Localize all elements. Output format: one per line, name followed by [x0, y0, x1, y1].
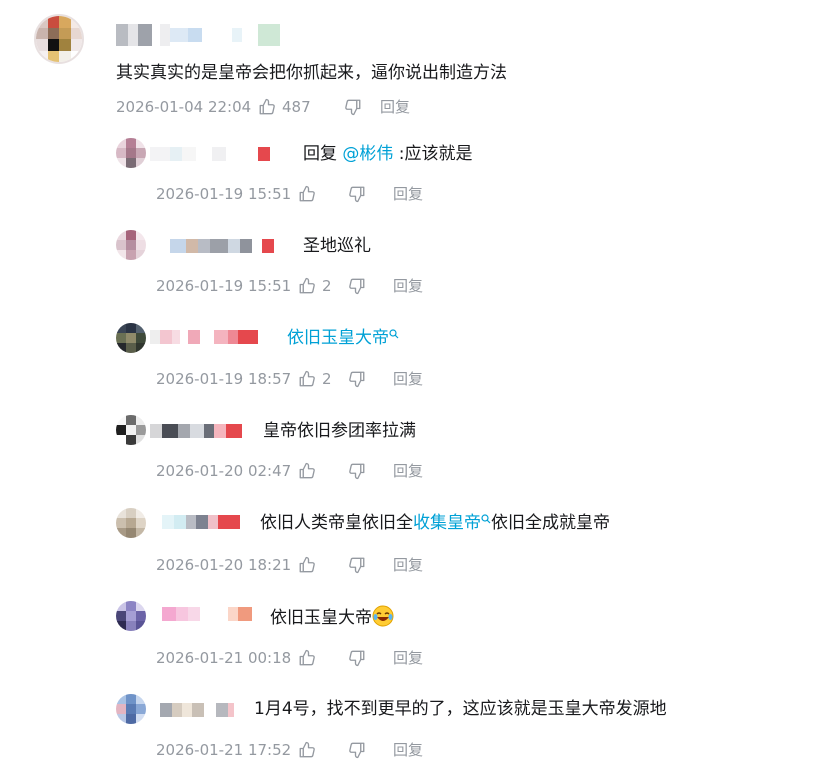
reply-time: 2026-01-20 18:21 — [156, 555, 292, 574]
thumbs-up-icon — [299, 462, 315, 478]
reply-meta: 2026-01-20 02:47 回复 — [156, 460, 423, 481]
comment-time: 2026-01-04 22:04 — [116, 97, 252, 116]
dislike-button[interactable] — [348, 277, 393, 295]
thumbs-down-icon — [349, 186, 365, 202]
dislike-button[interactable] — [348, 370, 393, 388]
username[interactable] — [150, 330, 258, 344]
reply-time: 2026-01-20 02:47 — [156, 461, 292, 480]
reply-meta: 2026-01-20 18:21 回复 — [156, 554, 423, 575]
thumbs-up-icon — [299, 185, 315, 201]
reply-button[interactable]: 回复 — [393, 460, 423, 481]
search-link[interactable]: 收集皇帝 — [413, 513, 481, 533]
thumbs-down-icon — [349, 371, 365, 387]
thumbs-down-icon — [345, 99, 361, 115]
dislike-button[interactable] — [348, 462, 393, 480]
thumbs-up-icon — [299, 556, 315, 572]
dislike-button[interactable] — [348, 556, 393, 574]
reply-button[interactable]: 回复 — [393, 183, 423, 204]
username[interactable] — [150, 239, 274, 253]
reply-meta: 2026-01-19 15:51 回复 — [156, 183, 423, 204]
like-count: 2 — [322, 276, 332, 295]
like-button[interactable] — [298, 556, 348, 574]
avatar[interactable] — [116, 415, 146, 445]
like-button[interactable]: 2 — [298, 370, 348, 388]
dislike-button[interactable] — [344, 98, 380, 116]
reply-meta: 2026-01-21 17:52 回复 — [156, 739, 423, 760]
thumbs-down-icon — [349, 650, 365, 666]
avatar[interactable] — [116, 694, 146, 724]
reply-text: 依旧玉皇大帝 — [270, 605, 394, 629]
username[interactable] — [150, 147, 270, 161]
avatar[interactable] — [116, 230, 146, 260]
dislike-button[interactable] — [348, 185, 393, 203]
laughing-crying-emoji — [372, 605, 394, 627]
dislike-button[interactable] — [348, 741, 393, 759]
like-button[interactable] — [298, 649, 348, 667]
username[interactable] — [150, 515, 240, 529]
reply-button[interactable]: 回复 — [393, 368, 423, 389]
thumbs-down-icon — [349, 463, 365, 479]
reply-text: 圣地巡礼 — [303, 236, 371, 256]
reply-time: 2026-01-21 17:52 — [156, 740, 292, 759]
avatar[interactable] — [34, 14, 84, 64]
user-mention-link[interactable]: @彬伟 — [342, 144, 393, 164]
dislike-button[interactable] — [348, 649, 393, 667]
reply-text: 皇帝依旧参团率拉满 — [263, 421, 416, 441]
username[interactable] — [116, 24, 280, 46]
thumbs-up-icon — [259, 98, 275, 114]
reply-time: 2026-01-19 15:51 — [156, 184, 292, 203]
like-button[interactable] — [298, 462, 348, 480]
avatar[interactable] — [116, 601, 146, 631]
thumbs-up-icon — [299, 370, 315, 386]
reply-text: 1月4号，找不到更早的了，这应该就是玉皇大帝发源地 — [254, 699, 667, 719]
avatar[interactable] — [116, 323, 146, 353]
avatar[interactable] — [116, 508, 146, 538]
thumbs-down-icon — [349, 278, 365, 294]
thumbs-up-icon — [299, 741, 315, 757]
reply-text: 依旧玉皇大帝 — [287, 327, 399, 349]
username[interactable] — [150, 424, 242, 438]
reply-meta: 2026-01-19 15:51 2 回复 — [156, 275, 423, 296]
comment-meta: 2026-01-04 22:04 487 回复 — [116, 96, 410, 117]
thumbs-up-icon — [299, 649, 315, 665]
reply-time: 2026-01-21 00:18 — [156, 648, 292, 667]
like-count: 2 — [322, 369, 332, 388]
avatar[interactable] — [116, 138, 146, 168]
username[interactable] — [150, 607, 252, 621]
reply-meta: 2026-01-19 18:57 2 回复 — [156, 368, 423, 389]
search-icon — [389, 329, 399, 339]
reply-time: 2026-01-19 18:57 — [156, 369, 292, 388]
reply-time: 2026-01-19 15:51 — [156, 276, 292, 295]
reply-button[interactable]: 回复 — [393, 554, 423, 575]
like-count: 487 — [282, 97, 311, 116]
reply-button[interactable]: 回复 — [393, 275, 423, 296]
reply-text: 回复 @彬伟 :应该就是 — [303, 144, 473, 164]
search-icon — [481, 514, 491, 524]
reply-button[interactable]: 回复 — [393, 647, 423, 668]
thumbs-down-icon — [349, 742, 365, 758]
reply-button[interactable]: 回复 — [393, 739, 423, 760]
comment-text: 其实真实的是皇帝会把你抓起来，逼你说出制造方法 — [116, 63, 507, 83]
thumbs-down-icon — [349, 557, 365, 573]
like-button[interactable] — [298, 185, 348, 203]
reply-text: 依旧人类帝皇依旧全收集皇帝 依旧全成就皇帝 — [260, 513, 610, 533]
thumbs-up-icon — [299, 277, 315, 293]
like-button[interactable]: 2 — [298, 277, 348, 295]
username[interactable] — [150, 703, 234, 717]
reply-meta: 2026-01-21 00:18 回复 — [156, 647, 423, 668]
search-link[interactable]: 依旧玉皇大帝 — [287, 328, 389, 348]
like-button[interactable]: 487 — [258, 98, 344, 116]
like-button[interactable] — [298, 741, 348, 759]
reply-button[interactable]: 回复 — [380, 96, 410, 117]
